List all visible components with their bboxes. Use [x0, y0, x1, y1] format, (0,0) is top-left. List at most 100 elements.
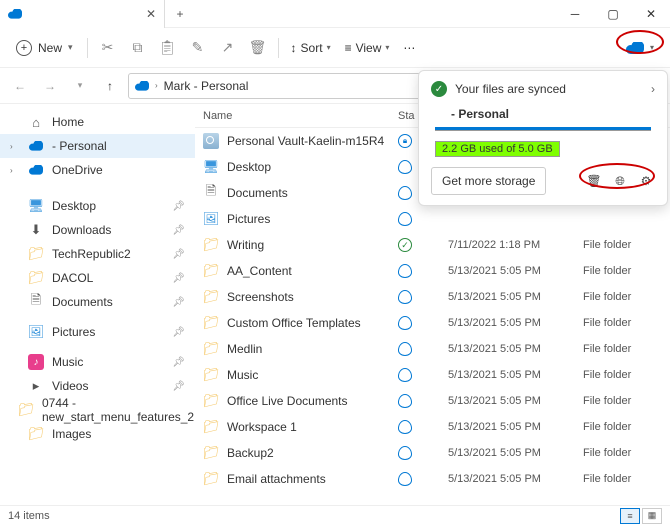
chevron-right-icon: › [155, 81, 158, 90]
file-type: File folder [583, 369, 670, 381]
cut-icon[interactable]: ✂ [94, 34, 122, 62]
sidebar-item[interactable]: 📁︎DACOL📌︎ [0, 266, 195, 290]
sidebar-item[interactable]: 🗎Documents📌︎ [0, 290, 195, 314]
file-name: Screenshots [227, 290, 294, 304]
forward-button[interactable]: → [38, 74, 62, 98]
table-row[interactable]: 🖼︎Pictures [195, 206, 670, 232]
delete-icon[interactable]: 🗑︎ [244, 34, 272, 62]
sidebar-item[interactable]: 🖼︎Pictures📌︎ [0, 320, 195, 344]
new-tab-button[interactable]: + [165, 7, 195, 21]
pin-icon: 📌︎ [172, 297, 185, 308]
titlebar: ✕ + ─ ▢ ✕ [0, 0, 670, 28]
item-count: 14 items [8, 510, 50, 522]
table-row[interactable]: 📁︎Custom Office Templates5/13/2021 5:05 … [195, 310, 670, 336]
sidebar-item[interactable]: 📁︎0744 - new_start_menu_features_2 [0, 398, 195, 422]
sidebar-item-label: DACOL [52, 271, 93, 285]
share-icon[interactable]: ↗ [214, 34, 242, 62]
sort-button[interactable]: ↕ Sort ▾ [285, 37, 337, 59]
table-row[interactable]: 📁︎Screenshots5/13/2021 5:05 PMFile folde… [195, 284, 670, 310]
sidebar-item[interactable]: ▸Videos📌︎ [0, 374, 195, 398]
sidebar-item[interactable]: ›- Personal [0, 134, 195, 158]
cloud-status-icon [398, 342, 412, 356]
details-view-button[interactable]: ≡ [620, 508, 640, 524]
file-type: File folder [583, 291, 670, 303]
paste-icon[interactable]: 📋︎ [154, 34, 182, 62]
web-icon[interactable]: 🌐︎ [611, 172, 629, 190]
file-date: 5/13/2021 5:05 PM [448, 447, 583, 459]
file-name: Music [227, 368, 258, 382]
file-type: File folder [583, 265, 670, 277]
maximize-button[interactable]: ▢ [594, 0, 632, 28]
cloud-icon [626, 42, 644, 54]
file-name: Backup2 [227, 446, 274, 460]
more-button[interactable]: ⋯ [397, 37, 421, 59]
check-icon: ✓ [431, 81, 447, 97]
table-row[interactable]: 📁︎Music5/13/2021 5:05 PMFile folder [195, 362, 670, 388]
onedrive-status-button[interactable]: ▾ [618, 38, 662, 58]
sidebar-item-label: Images [52, 427, 91, 441]
get-storage-button[interactable]: Get more storage [431, 167, 546, 195]
check-status-icon: ✓ [398, 238, 412, 252]
grid-view-button[interactable]: ▦ [642, 508, 662, 524]
breadcrumb-item[interactable]: Mark - Personal [164, 79, 249, 93]
cloud-status-icon [398, 186, 412, 200]
sidebar-item[interactable]: 📁︎Images [0, 422, 195, 446]
new-button[interactable]: + New ▾ [8, 36, 81, 60]
view-icon: ≡ [345, 41, 352, 55]
chevron-down-icon[interactable]: ▾ [68, 74, 92, 98]
file-name: Custom Office Templates [227, 316, 361, 330]
view-button[interactable]: ≡ View ▾ [339, 37, 396, 59]
sidebar: ⌂Home›- Personal›OneDrive🖥︎Desktop📌︎⬇Dow… [0, 104, 195, 505]
up-button[interactable]: ↑ [98, 74, 122, 98]
file-date: 5/13/2021 5:05 PM [448, 317, 583, 329]
lock-status-icon: 🔒︎ [398, 134, 412, 148]
table-row[interactable]: 📁︎Email attachments5/13/2021 5:05 PMFile… [195, 466, 670, 492]
sidebar-item[interactable]: ⌂Home [0, 110, 195, 134]
tab-current[interactable]: ✕ [0, 0, 165, 28]
sidebar-item[interactable]: ♪Music📌︎ [0, 350, 195, 374]
chevron-down-icon: ▾ [650, 43, 654, 52]
file-type: File folder [583, 343, 670, 355]
file-type: File folder [583, 317, 670, 329]
sidebar-item-label: OneDrive [52, 163, 103, 177]
copy-icon[interactable]: ⧉ [124, 34, 152, 62]
col-name[interactable]: Name [203, 110, 398, 122]
recycle-bin-icon[interactable]: 🗑︎ [585, 172, 603, 190]
table-row[interactable]: 📁︎Writing✓7/11/2022 1:18 PMFile folder [195, 232, 670, 258]
sidebar-item-label: 0744 - new_start_menu_features_2 [42, 396, 194, 424]
file-name: Pictures [227, 212, 270, 226]
sidebar-item[interactable]: › OneDrive [0, 158, 195, 182]
sidebar-item[interactable]: 📁︎TechRepublic2📌︎ [0, 242, 195, 266]
sidebar-item[interactable]: 🖥︎Desktop📌︎ [0, 194, 195, 218]
close-tab-icon[interactable]: ✕ [146, 7, 156, 21]
table-row[interactable]: 📁︎Medlin5/13/2021 5:05 PMFile folder [195, 336, 670, 362]
view-label: View [356, 41, 382, 55]
sort-icon: ↕ [291, 41, 297, 55]
flyout-footer: Get more storage 🗑︎ 🌐︎ ⚙ [431, 167, 655, 195]
file-date: 5/13/2021 5:05 PM [448, 265, 583, 277]
cloud-status-icon [398, 160, 412, 174]
chevron-right-icon: › [10, 166, 20, 175]
rename-icon[interactable]: ✎ [184, 34, 212, 62]
table-row[interactable]: 📁︎Backup25/13/2021 5:05 PMFile folder [195, 440, 670, 466]
cloud-status-icon [398, 212, 412, 226]
file-name: Medlin [227, 342, 262, 356]
file-type: File folder [583, 473, 670, 485]
new-label: New [38, 41, 62, 55]
cloud-icon [8, 9, 22, 19]
back-button[interactable]: ← [8, 74, 32, 98]
close-window-button[interactable]: ✕ [632, 0, 670, 28]
table-row[interactable]: 📁︎AA_Content5/13/2021 5:05 PMFile folder [195, 258, 670, 284]
sidebar-item[interactable]: ⬇Downloads📌︎ [0, 218, 195, 242]
cloud-icon [135, 81, 149, 91]
table-row[interactable]: 📁︎Workspace 15/13/2021 5:05 PMFile folde… [195, 414, 670, 440]
synced-label: Your files are synced [455, 82, 643, 96]
file-name: Desktop [227, 160, 271, 174]
minimize-button[interactable]: ─ [556, 0, 594, 28]
sort-label: Sort [301, 41, 323, 55]
gear-icon[interactable]: ⚙ [637, 172, 655, 190]
storage-bar [435, 127, 651, 131]
chevron-right-icon: › [10, 142, 20, 151]
table-row[interactable]: 📁︎Office Live Documents5/13/2021 5:05 PM… [195, 388, 670, 414]
flyout-header[interactable]: ✓ Your files are synced › [431, 81, 655, 97]
